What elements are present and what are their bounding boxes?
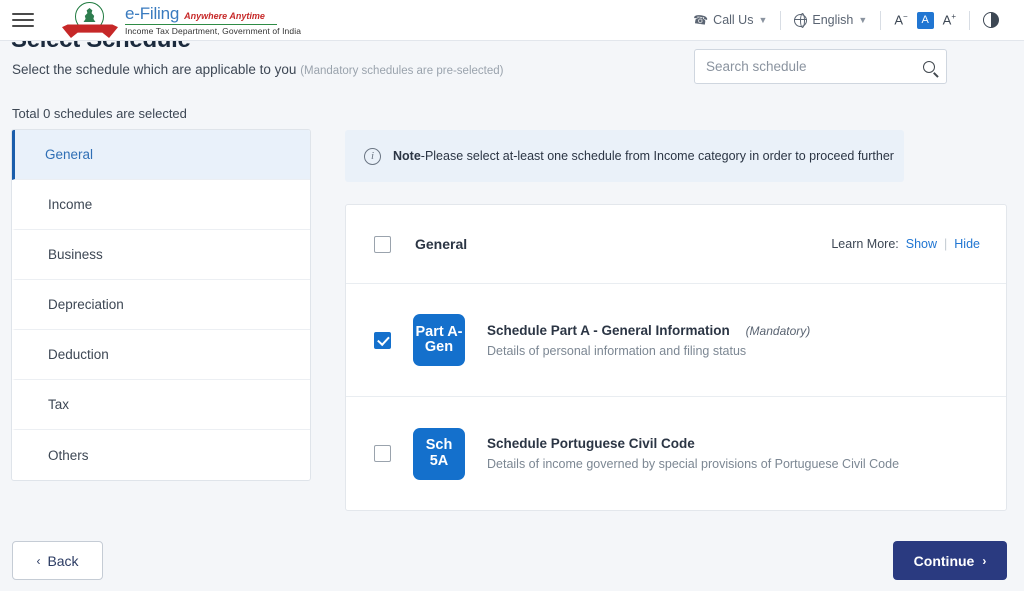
- total-selected-count: Total 0 schedules are selected: [12, 106, 187, 121]
- sidebar-item-depreciation[interactable]: Depreciation: [12, 280, 310, 330]
- learn-more-label: Learn More:: [831, 237, 898, 251]
- hide-link[interactable]: Hide: [954, 237, 980, 251]
- font-decrease-button[interactable]: A−: [894, 12, 907, 27]
- note-text: Note-Please select at-least one schedule…: [393, 149, 894, 163]
- language-menu[interactable]: English ▼: [781, 13, 880, 27]
- schedules-card: General Learn More: Show | Hide Part A- …: [345, 204, 1007, 511]
- sidebar-item-general[interactable]: General: [12, 130, 310, 180]
- back-button[interactable]: ‹ Back: [12, 541, 103, 580]
- divider: [969, 11, 970, 30]
- badge-line-2: Gen: [425, 340, 453, 355]
- search-input[interactable]: [706, 59, 923, 74]
- sidebar-item-label: Others: [48, 448, 89, 463]
- schedule-title-line: Schedule Part A - General Information (M…: [487, 323, 810, 338]
- schedule-title: Schedule Part A - General Information: [487, 323, 730, 338]
- font-normal-button[interactable]: A: [917, 12, 934, 29]
- sidebar-item-others[interactable]: Others: [12, 430, 310, 480]
- language-label: English: [812, 13, 853, 27]
- sidebar-item-income[interactable]: Income: [12, 180, 310, 230]
- schedule-title: Schedule Portuguese Civil Code: [487, 436, 695, 451]
- sidebar-item-label: Deduction: [48, 347, 109, 362]
- sidebar-item-tax[interactable]: Tax: [12, 380, 310, 430]
- brand-text: e-Filing Anywhere Anytime Income Tax Dep…: [125, 5, 301, 36]
- back-button-label: Back: [47, 553, 78, 569]
- national-emblem-icon: [62, 1, 118, 39]
- schedule-checkbox[interactable]: [374, 332, 391, 349]
- badge-line-2: 5A: [430, 454, 449, 469]
- schedule-category-sidebar: General Income Business Depreciation Ded…: [11, 129, 311, 481]
- contrast-icon[interactable]: [983, 12, 999, 28]
- badge-line-1: Sch: [426, 438, 453, 453]
- phone-icon: ☎: [692, 12, 709, 28]
- call-us-label: Call Us: [713, 13, 753, 27]
- schedule-info: Schedule Part A - General Information (M…: [487, 323, 810, 358]
- link-separator: |: [944, 237, 947, 251]
- sidebar-item-label: General: [45, 147, 93, 162]
- brand-department: Income Tax Department, Government of Ind…: [125, 25, 301, 36]
- sidebar-item-deduction[interactable]: Deduction: [12, 330, 310, 380]
- schedule-checkbox[interactable]: [374, 445, 391, 462]
- schedule-group-header: General Learn More: Show | Hide: [346, 205, 1006, 284]
- sidebar-item-label: Tax: [48, 397, 69, 412]
- brand-name: e-Filing: [125, 5, 179, 22]
- schedule-badge-icon: Part A- Gen: [413, 314, 465, 366]
- schedule-badge-icon: Sch 5A: [413, 428, 465, 480]
- learn-more-controls: Learn More: Show | Hide: [831, 237, 980, 251]
- select-schedule-page: Select Schedule Select the schedule whic…: [0, 0, 1024, 591]
- font-size-controls: A− A A+: [881, 12, 969, 29]
- search-schedule-box[interactable]: [694, 49, 947, 84]
- brand-tagline: Anywhere Anytime: [184, 12, 265, 21]
- group-select-all-checkbox[interactable]: [374, 236, 391, 253]
- note-label: Note: [393, 149, 421, 163]
- note-body: -Please select at-least one schedule fro…: [421, 149, 894, 163]
- site-header: e-Filing Anywhere Anytime Income Tax Dep…: [0, 0, 1024, 41]
- schedule-description: Details of income governed by special pr…: [487, 457, 899, 471]
- brand-logo[interactable]: e-Filing Anywhere Anytime Income Tax Dep…: [62, 1, 301, 39]
- continue-button-label: Continue: [914, 553, 975, 569]
- call-us-menu[interactable]: ☎ Call Us ▼: [680, 13, 780, 27]
- page-subtitle-note: (Mandatory schedules are pre-selected): [300, 65, 503, 77]
- globe-icon: [794, 14, 807, 27]
- schedule-description: Details of personal information and fili…: [487, 344, 810, 358]
- schedule-mandatory-tag: (Mandatory): [746, 324, 811, 338]
- chevron-right-icon: ›: [982, 554, 986, 568]
- header-actions: ☎ Call Us ▼ English ▼ A− A A+: [680, 0, 1024, 40]
- hamburger-icon[interactable]: [12, 13, 34, 27]
- font-increase-button[interactable]: A+: [943, 12, 956, 27]
- chevron-down-icon: ▼: [858, 15, 867, 25]
- group-label: General: [415, 236, 467, 252]
- search-icon[interactable]: [923, 61, 935, 73]
- chevron-left-icon: ‹: [36, 554, 40, 568]
- info-icon: i: [364, 148, 381, 165]
- note-banner: i Note-Please select at-least one schedu…: [345, 130, 904, 182]
- sidebar-item-label: Income: [48, 197, 92, 212]
- schedule-row[interactable]: Sch 5A Schedule Portuguese Civil Code De…: [346, 397, 1006, 510]
- sidebar-item-label: Depreciation: [48, 297, 124, 312]
- show-link[interactable]: Show: [906, 237, 937, 251]
- schedule-info: Schedule Portuguese Civil Code Details o…: [487, 436, 899, 471]
- page-subtitle: Select the schedule which are applicable…: [12, 62, 503, 77]
- badge-line-1: Part A-: [416, 325, 463, 340]
- sidebar-item-label: Business: [48, 247, 103, 262]
- page-subtitle-text: Select the schedule which are applicable…: [12, 62, 296, 77]
- continue-button[interactable]: Continue ›: [893, 541, 1007, 580]
- sidebar-item-business[interactable]: Business: [12, 230, 310, 280]
- schedule-row[interactable]: Part A- Gen Schedule Part A - General In…: [346, 284, 1006, 397]
- schedule-title-line: Schedule Portuguese Civil Code: [487, 436, 899, 451]
- chevron-down-icon: ▼: [758, 15, 767, 25]
